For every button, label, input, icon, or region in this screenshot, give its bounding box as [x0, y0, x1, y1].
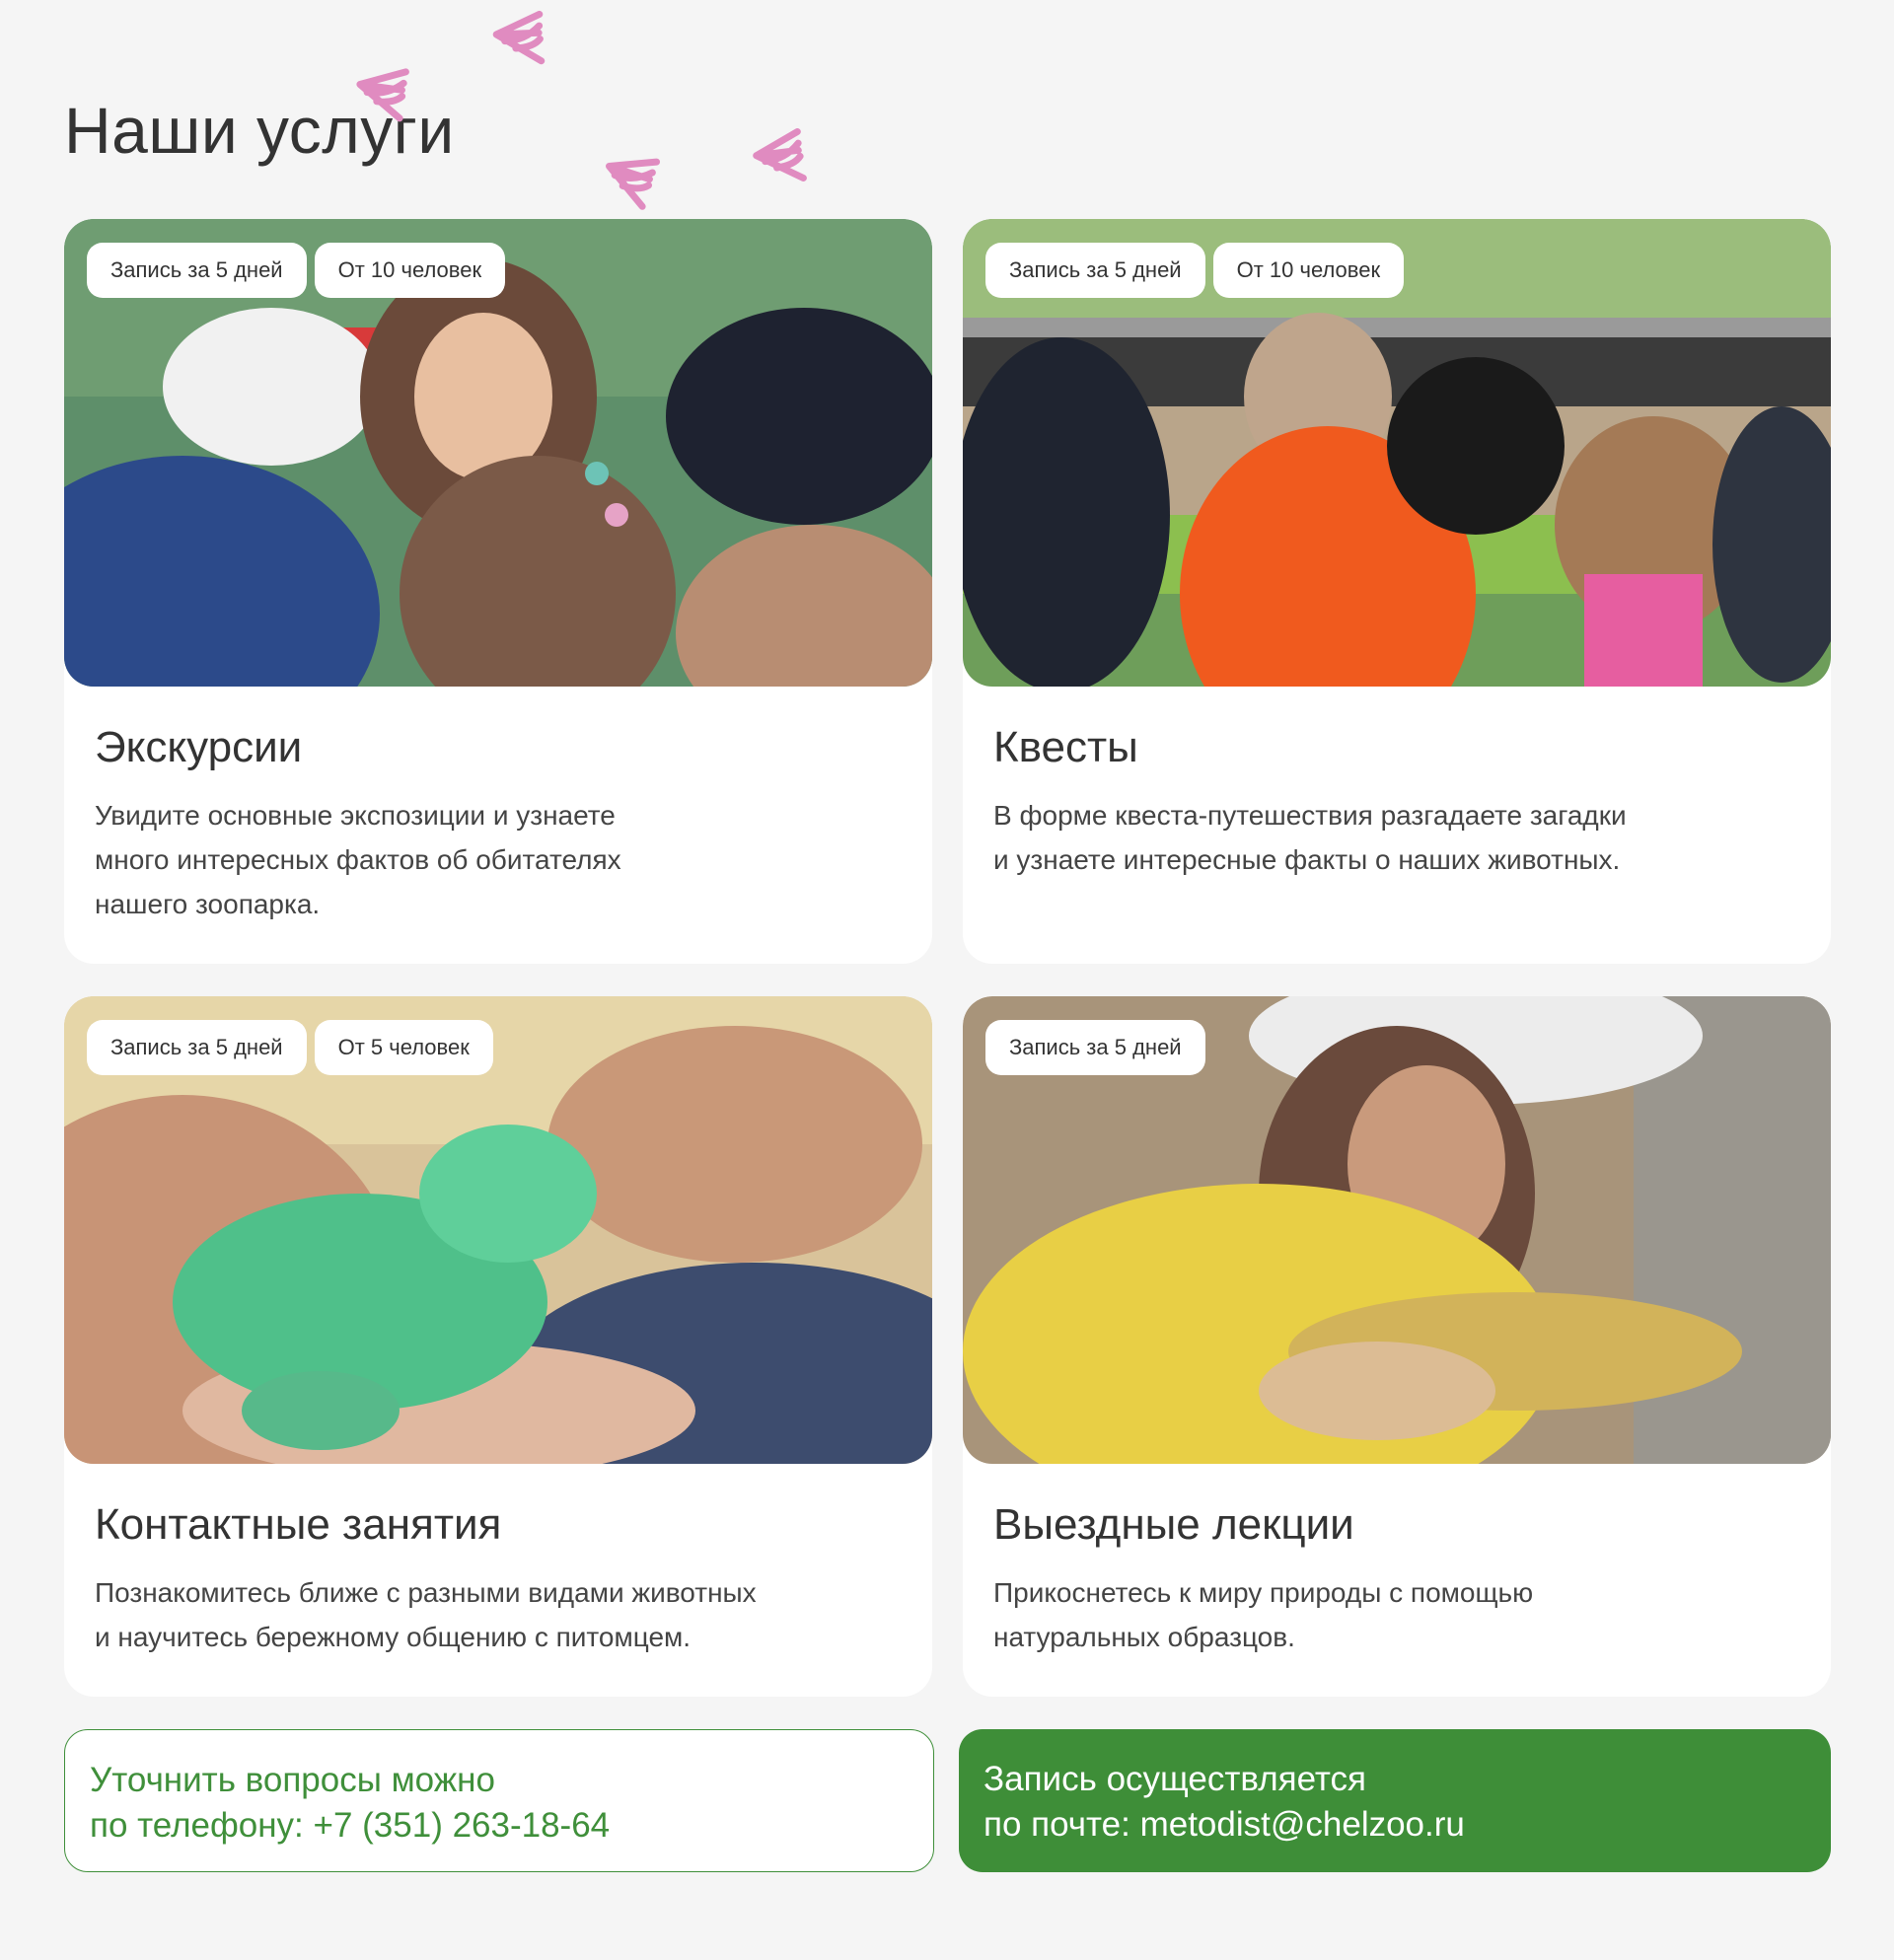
outreach-lectures-description: Прикоснетесь к миру природы с помощью на…	[993, 1570, 1801, 1659]
description-line: В форме квеста-путешествия разгадаете за…	[993, 800, 1627, 831]
contact-lessons-description: Познакомитесь ближе с разными видами жив…	[95, 1570, 903, 1659]
quests-description: В форме квеста-путешествия разгадаете за…	[993, 793, 1801, 882]
outreach-lectures-title: Выездные лекции	[993, 1500, 1354, 1549]
contact-lessons-tags: Запись за 5 дней От 5 человек	[87, 1020, 493, 1075]
description-line: Увидите основные экспозиции и узнаете	[95, 800, 616, 831]
tag-group-size: От 10 человек	[1212, 243, 1405, 298]
footprint-icon	[600, 147, 673, 220]
description-line: нашего зоопарка.	[95, 889, 321, 919]
excursions-photo: Запись за 5 дней От 10 человек	[64, 219, 932, 687]
excursions-description: Увидите основные экспозиции и узнаете мн…	[95, 793, 903, 926]
email-info-line1: Запись осуществляется	[983, 1760, 1366, 1798]
services-section: Наши услуги Запись за 5 дней От 10 челов…	[64, 0, 1831, 1960]
tag-group-size: От 5 человек	[314, 1020, 493, 1075]
quests-title: Квесты	[993, 723, 1138, 771]
description-line: много интересных фактов об обитателях	[95, 844, 621, 875]
phone-link[interactable]: по телефону: +7 (351) 263-18-64	[90, 1803, 909, 1849]
description-line: натуральных образцов.	[993, 1622, 1295, 1652]
tag-group-size: От 10 человек	[314, 243, 506, 298]
contact-lessons-photo: Запись за 5 дней От 5 человек	[64, 996, 932, 1464]
description-line: и узнаете интересные факты о наших живот…	[993, 844, 1621, 875]
contact-lessons-title: Контактные занятия	[95, 1500, 502, 1549]
quests-photo: Запись за 5 дней От 10 человек	[963, 219, 1831, 687]
service-card-contact-lessons[interactable]: Запись за 5 дней От 5 человек Контактные…	[64, 996, 932, 1697]
email-info-box: Запись осуществляется по почте: metodist…	[959, 1729, 1831, 1872]
excursions-title: Экскурсии	[95, 723, 303, 771]
service-card-outreach-lectures[interactable]: Запись за 5 дней Выездные лекции Прикосн…	[963, 996, 1831, 1697]
footprint-icon	[744, 115, 832, 203]
phone-info-line1: Уточнить вопросы можно	[90, 1761, 495, 1799]
outreach-lectures-photo: Запись за 5 дней	[963, 996, 1831, 1464]
phone-info-box: Уточнить вопросы можно по телефону: +7 (…	[64, 1729, 934, 1872]
tag-booking: Запись за 5 дней	[87, 243, 307, 298]
tag-booking: Запись за 5 дней	[985, 1020, 1205, 1075]
service-card-excursions[interactable]: Запись за 5 дней От 10 человек Экскурсии…	[64, 219, 932, 964]
description-line: и научитесь бережному общению с питомцем…	[95, 1622, 692, 1652]
email-link[interactable]: по почте: metodist@chelzoo.ru	[983, 1802, 1806, 1848]
footprint-icon	[484, 0, 570, 85]
service-card-quests[interactable]: Запись за 5 дней От 10 человек Квесты В …	[963, 219, 1831, 964]
tag-booking: Запись за 5 дней	[985, 243, 1205, 298]
description-line: Познакомитесь ближе с разными видами жив…	[95, 1577, 757, 1608]
excursions-tags: Запись за 5 дней От 10 человек	[87, 243, 506, 298]
tag-booking: Запись за 5 дней	[87, 1020, 307, 1075]
description-line: Прикоснетесь к миру природы с помощью	[993, 1577, 1534, 1608]
outreach-lectures-tags: Запись за 5 дней	[985, 1020, 1205, 1075]
quests-tags: Запись за 5 дней От 10 человек	[985, 243, 1405, 298]
